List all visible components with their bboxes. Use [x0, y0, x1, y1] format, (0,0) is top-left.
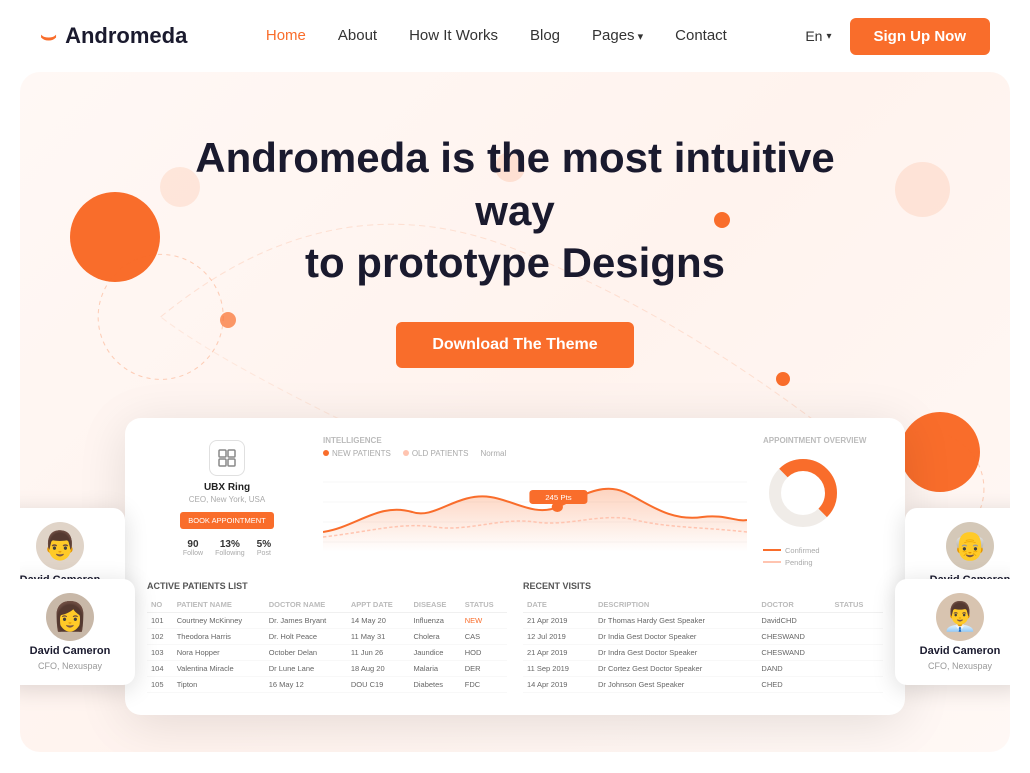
hero-headline: Andromeda is the most intuitive way to p…	[165, 132, 865, 290]
download-button[interactable]: Download The Theme	[396, 322, 633, 368]
col-status: STATUS	[461, 597, 507, 613]
col-disease: DISEASE	[409, 597, 460, 613]
stat-following: 13% Following	[215, 539, 245, 557]
dashboard-mockup: 👨 David Cameron CFO, Nexuspay 👴 David Ca…	[60, 418, 970, 715]
table-row: 102Theodora HarrisDr. Holt Peace11 May 3…	[147, 628, 507, 644]
legend-old-patients: OLD PATIENTS	[403, 449, 469, 458]
nav-item-pages[interactable]: Pages	[592, 27, 643, 45]
patients-table: ACTIVE PATIENTS LIST NO PATIENT NAME DOC…	[147, 581, 507, 693]
col-visit-desc: DESCRIPTION	[594, 597, 757, 613]
donut-title: APPOINTMENT OVERVIEW	[763, 436, 883, 445]
nav-item-how[interactable]: How It Works	[409, 27, 498, 45]
language-selector[interactable]: En	[805, 28, 831, 44]
hero-section: Andromeda is the most intuitive way to p…	[20, 72, 1010, 752]
col-visit-doctor: DOCTOR	[757, 597, 830, 613]
donut-svg	[763, 453, 843, 533]
nav-link-how[interactable]: How It Works	[409, 27, 498, 44]
col-visit-date: DATE	[523, 597, 594, 613]
visits-table: RECENT VISITS DATE DESCRIPTION DOCTOR ST…	[523, 581, 883, 693]
nav-item-contact[interactable]: Contact	[675, 27, 727, 45]
dashboard-profile: UBX Ring CEO, New York, USA BOOK APPOINT…	[147, 436, 307, 567]
pname-bottom-right: David Cameron	[920, 645, 1001, 657]
dashboard-donut: APPOINTMENT OVERVIEW Confirmed Pending	[763, 436, 883, 567]
dash-logo	[209, 440, 245, 476]
logo-text: Andromeda	[65, 23, 187, 49]
logo-icon: ⌣	[40, 20, 57, 52]
nav-right: En Sign Up Now	[805, 18, 990, 55]
nav-item-about[interactable]: About	[338, 27, 377, 45]
chart-title: INTELLIGENCE	[323, 436, 747, 445]
deco-circle-4	[895, 162, 950, 217]
table-row: 11 Sep 2019Dr Cortez Gest Doctor Speaker…	[523, 660, 883, 676]
patients-table-title: ACTIVE PATIENTS LIST	[147, 581, 507, 591]
mockup-container: 👨 David Cameron CFO, Nexuspay 👴 David Ca…	[125, 418, 905, 715]
stat-follow: 90 Follow	[183, 539, 203, 557]
legend-new-patients: NEW PATIENTS	[323, 449, 391, 458]
nav-link-blog[interactable]: Blog	[530, 27, 560, 44]
dash-profile-sub: CEO, New York, USA	[189, 495, 265, 504]
profile-card-bottom-left: 👩 David Cameron CFO, Nexuspay	[20, 579, 135, 685]
visits-table-body: 21 Apr 2019Dr Thomas Hardy Gest SpeakerD…	[523, 612, 883, 692]
visits-table-title: RECENT VISITS	[523, 581, 883, 591]
nav-link-home[interactable]: Home	[266, 27, 306, 44]
signup-button[interactable]: Sign Up Now	[850, 18, 991, 55]
avatar-bottom-left: 👩	[46, 593, 94, 641]
ptitle-bottom-right: CFO, Nexuspay	[928, 661, 992, 671]
stat-post: 5% Post	[257, 539, 271, 557]
donut-legend: Confirmed Pending	[763, 546, 883, 567]
chart-legend: NEW PATIENTS OLD PATIENTS Normal	[323, 449, 747, 458]
avatar-mid-left: 👨	[36, 522, 84, 570]
deco-circle-7	[776, 372, 790, 386]
nav-links: Home About How It Works Blog Pages Conta…	[266, 27, 727, 45]
table-row: 21 Apr 2019Dr Thomas Hardy Gest SpeakerD…	[523, 612, 883, 628]
avatar-mid-right: 👴	[946, 522, 994, 570]
legend-dot-pink	[403, 450, 409, 456]
table-row: 12 Jul 2019Dr India Gest Doctor SpeakerC…	[523, 628, 883, 644]
table-row: 104Valentina MiracleDr Lune Lane18 Aug 2…	[147, 660, 507, 676]
col-no: NO	[147, 597, 173, 613]
ptitle-bottom-left: CFO, Nexuspay	[38, 661, 102, 671]
visits-mini-table: DATE DESCRIPTION DOCTOR STATUS 21 Apr 20…	[523, 597, 883, 693]
legend-normal: Normal	[480, 449, 506, 458]
table-row: 14 Apr 2019Dr Johnson Gest SpeakerCHED	[523, 676, 883, 692]
table-row: 101Courtney McKinneyDr. James Bryant14 M…	[147, 612, 507, 628]
nav-link-pages[interactable]: Pages	[592, 27, 643, 44]
dashboard-chart: INTELLIGENCE NEW PATIENTS OLD PATIENTS	[323, 436, 747, 567]
col-visit-status: STATUS	[831, 597, 883, 613]
navbar: ⌣ Andromeda Home About How It Works Blog…	[0, 0, 1030, 72]
col-patient: PATIENT NAME	[173, 597, 265, 613]
chart-svg: 245 Pts	[323, 462, 747, 552]
patients-mini-table: NO PATIENT NAME DOCTOR NAME APPT DATE DI…	[147, 597, 507, 693]
col-doctor: DOCTOR NAME	[265, 597, 347, 613]
dash-appointment-btn[interactable]: BOOK APPOINTMENT	[180, 512, 274, 529]
logo[interactable]: ⌣ Andromeda	[40, 20, 187, 52]
col-date: APPT DATE	[347, 597, 410, 613]
profile-card-bottom-right: 👨‍💼 David Cameron CFO, Nexuspay	[895, 579, 1010, 685]
main-dashboard: UBX Ring CEO, New York, USA BOOK APPOINT…	[125, 418, 905, 715]
nav-item-blog[interactable]: Blog	[530, 27, 560, 45]
table-row: 103Nora HopperOctober Delan11 Jun 26Jaun…	[147, 644, 507, 660]
nav-link-about[interactable]: About	[338, 27, 377, 44]
svg-text:245 Pts: 245 Pts	[545, 493, 572, 501]
nav-item-home[interactable]: Home	[266, 27, 306, 45]
bottom-tables: ACTIVE PATIENTS LIST NO PATIENT NAME DOC…	[147, 581, 883, 693]
dash-profile-name: UBX Ring	[204, 482, 250, 493]
patients-table-body: 101Courtney McKinneyDr. James Bryant14 M…	[147, 612, 507, 692]
pname-bottom-left: David Cameron	[30, 645, 111, 657]
dash-stats: 90 Follow 13% Following 5% Post	[183, 539, 271, 557]
table-row: 105Tipton16 May 12DOU C19DiabetesFDC	[147, 676, 507, 692]
nav-link-contact[interactable]: Contact	[675, 27, 727, 44]
table-row: 21 Apr 2019Dr Indra Gest Doctor SpeakerC…	[523, 644, 883, 660]
hero-cta-area: Download The Theme	[60, 322, 970, 368]
deco-circle-2	[70, 192, 160, 282]
legend-dot-orange	[323, 450, 329, 456]
avatar-bottom-right: 👨‍💼	[936, 593, 984, 641]
